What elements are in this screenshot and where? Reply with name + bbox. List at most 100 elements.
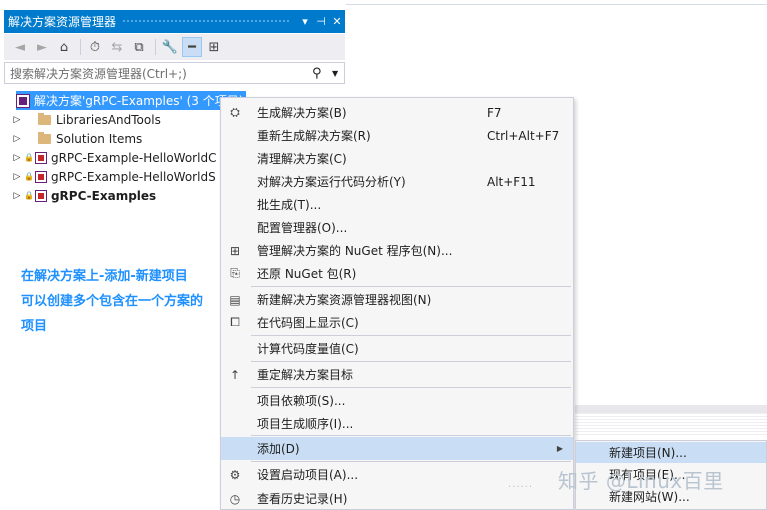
menu-item-label: 配置管理器(O)... (257, 221, 348, 235)
menu-item-label: 查看历史记录(H) (257, 492, 348, 506)
tree-node-project[interactable]: ▷ 🔒 gRPC-Example-HelloWorldC (10, 148, 217, 167)
menu-separator (251, 387, 571, 388)
titlebar-grip[interactable] (122, 19, 291, 24)
menu-item-shortcut: F7 (487, 105, 502, 120)
menu-separator (251, 361, 571, 362)
chevron-down-icon[interactable]: ▼ (332, 69, 344, 78)
menu-item-label: 项目依赖项(S)... (257, 394, 346, 408)
tree-node-label: LibrariesAndTools (56, 112, 161, 127)
restore-icon: ⎘ (230, 266, 240, 280)
expand-arrow-icon[interactable]: ▷ (10, 115, 24, 125)
menu-item-label: 管理解决方案的 NuGet 程序包(N)... (257, 244, 453, 258)
view-class-diagram-icon[interactable]: ⊞ (204, 37, 224, 57)
expand-arrow-icon[interactable]: ▷ (10, 191, 24, 201)
menu-item-clean-solution[interactable]: 清理解决方案(C) (221, 147, 573, 170)
project-icon (34, 151, 47, 164)
build-icon: ⛭ (230, 105, 240, 119)
project-icon (34, 189, 47, 202)
history-icon: ◷ (229, 491, 241, 506)
menu-item-rebuild-solution[interactable]: 重新生成解决方案(R) Ctrl+Alt+F7 (221, 124, 573, 147)
expand-arrow-icon[interactable]: ▷ (10, 153, 24, 163)
menu-item-new-explorer-view[interactable]: ▤ 新建解决方案资源管理器视图(N) (221, 288, 573, 311)
pin-icon[interactable]: ⊣ (313, 15, 329, 28)
forward-icon[interactable]: ► (32, 37, 52, 57)
lock-icon: 🔒 (24, 172, 34, 181)
menu-item-retarget-solution[interactable]: ↑ 重定解决方案目标 (221, 363, 573, 386)
menu-item-label: 项目生成顺序(I)... (257, 417, 354, 431)
menu-item-label: 新建解决方案资源管理器视图(N) (257, 293, 432, 307)
tree-node-label: gRPC-Example-HelloWorldS (50, 169, 216, 184)
solution-icon (16, 93, 30, 108)
panel-toolbar: ◄ ► ⌂ ⏱ ⇆ ⧉ 🔧 ━ ⊞ (4, 34, 345, 60)
menu-separator (251, 461, 571, 462)
collapse-all-icon[interactable]: ⧉ (129, 37, 149, 57)
submenu-item-new-project[interactable]: 新建项目(N)... (576, 442, 766, 463)
search-icon[interactable]: ⚲ (312, 66, 332, 81)
submenu-arrow-icon: ▶ (556, 444, 563, 453)
close-icon[interactable]: ✕ (329, 15, 345, 28)
menu-item-label: 对解决方案运行代码分析(Y) (257, 175, 406, 189)
tree-node-folder[interactable]: ▷ Solution Items (10, 129, 142, 148)
submenu-item-label: 新建项目(N)... (609, 446, 687, 460)
menu-item-view-history[interactable]: ◷ 查看历史记录(H) (221, 487, 573, 510)
tree-node-folder[interactable]: ▷ LibrariesAndTools (10, 110, 161, 129)
menu-item-label: 在代码图上显示(C) (257, 316, 359, 330)
lock-icon: 🔒 (24, 191, 34, 200)
back-icon[interactable]: ◄ (10, 37, 30, 57)
menu-item-batch-build[interactable]: 批生成(T)... (221, 193, 573, 216)
menu-item-show-on-code-map[interactable]: ⧠ 在代码图上显示(C) (221, 311, 573, 334)
menu-item-manage-nuget[interactable]: ⊞ 管理解决方案的 NuGet 程序包(N)... (221, 239, 573, 262)
watermark-dots: ...... (508, 479, 534, 490)
menu-item-shortcut: Ctrl+Alt+F7 (487, 128, 560, 143)
toolbar-separator (80, 39, 81, 55)
tree-node-label: Solution Items (56, 131, 143, 146)
window-position-dropdown-icon[interactable]: ▾ (297, 15, 313, 28)
expand-arrow-icon[interactable]: ▷ (10, 172, 24, 182)
tree-node-solution[interactable]: 解决方案'gRPC-Examples' (3 个项目) (16, 91, 246, 110)
toolbar-separator (155, 39, 156, 55)
menu-item-label: 设置启动项目(A)... (257, 468, 359, 482)
menu-item-label: 计算代码度量值(C) (257, 342, 359, 356)
search-input[interactable]: 搜索解决方案资源管理器(Ctrl+;) (5, 65, 312, 82)
expand-arrow-icon[interactable]: ▷ (10, 134, 24, 144)
panel-titlebar: 解决方案资源管理器 ▾ ⊣ ✕ (4, 10, 345, 33)
menu-item-add[interactable]: 添加(D) ▶ (221, 437, 573, 460)
new-view-icon: ▤ (229, 292, 241, 307)
menu-item-project-build-order[interactable]: 项目生成顺序(I)... (221, 412, 573, 435)
gear-icon: ⚙ (229, 467, 241, 482)
annotation-line: 项目 (21, 319, 48, 334)
editor-scroll-area (575, 405, 767, 413)
menu-separator (251, 335, 571, 336)
annotation-line: 可以创建多个包含在一个方案的 (21, 294, 204, 309)
panel-title: 解决方案资源管理器 (8, 15, 117, 29)
tree-node-label: gRPC-Example-HelloWorldC (50, 150, 217, 165)
project-icon (34, 170, 47, 183)
tree-node-startup-project[interactable]: ▷ 🔒 gRPC-Examples (10, 186, 157, 205)
home-icon[interactable]: ⌂ (54, 37, 74, 57)
sync-icon[interactable]: ⇆ (107, 37, 127, 57)
folder-icon (38, 131, 51, 144)
preview-selected-icon[interactable]: ━ (182, 37, 202, 57)
arrow-up-icon: ↑ (229, 367, 241, 382)
menu-item-shortcut: Alt+F11 (487, 174, 536, 189)
annotation-line: 在解决方案上-添加-新建项目 (21, 269, 188, 284)
watermark-text: 知乎 @Linux百里 (558, 469, 724, 493)
properties-icon[interactable]: 🔧 (160, 37, 180, 57)
editor-divider (346, 4, 767, 5)
menu-item-project-dependencies[interactable]: 项目依赖项(S)... (221, 389, 573, 412)
folder-icon (38, 112, 51, 125)
context-menu: ⛭ 生成解决方案(B) F7 重新生成解决方案(R) Ctrl+Alt+F7 清… (220, 97, 574, 510)
search-box[interactable]: 搜索解决方案资源管理器(Ctrl+;) ⚲ ▼ (4, 62, 345, 84)
menu-item-label: 生成解决方案(B) (257, 106, 347, 120)
menu-item-label: 添加(D) (257, 442, 300, 456)
menu-item-label: 重定解决方案目标 (257, 368, 354, 382)
tree-node-project[interactable]: ▷ 🔒 gRPC-Example-HelloWorldS (10, 167, 216, 186)
menu-item-build-solution[interactable]: ⛭ 生成解决方案(B) F7 (221, 101, 573, 124)
lock-icon: 🔒 (24, 153, 34, 162)
menu-item-restore-nuget[interactable]: ⎘ 还原 NuGet 包(R) (221, 262, 573, 285)
menu-item-calculate-metrics[interactable]: 计算代码度量值(C) (221, 337, 573, 360)
pending-changes-filter-icon[interactable]: ⏱ (85, 37, 105, 57)
code-map-icon: ⧠ (230, 315, 240, 329)
menu-item-configuration-manager[interactable]: 配置管理器(O)... (221, 216, 573, 239)
menu-item-run-code-analysis[interactable]: 对解决方案运行代码分析(Y) Alt+F11 (221, 170, 573, 193)
